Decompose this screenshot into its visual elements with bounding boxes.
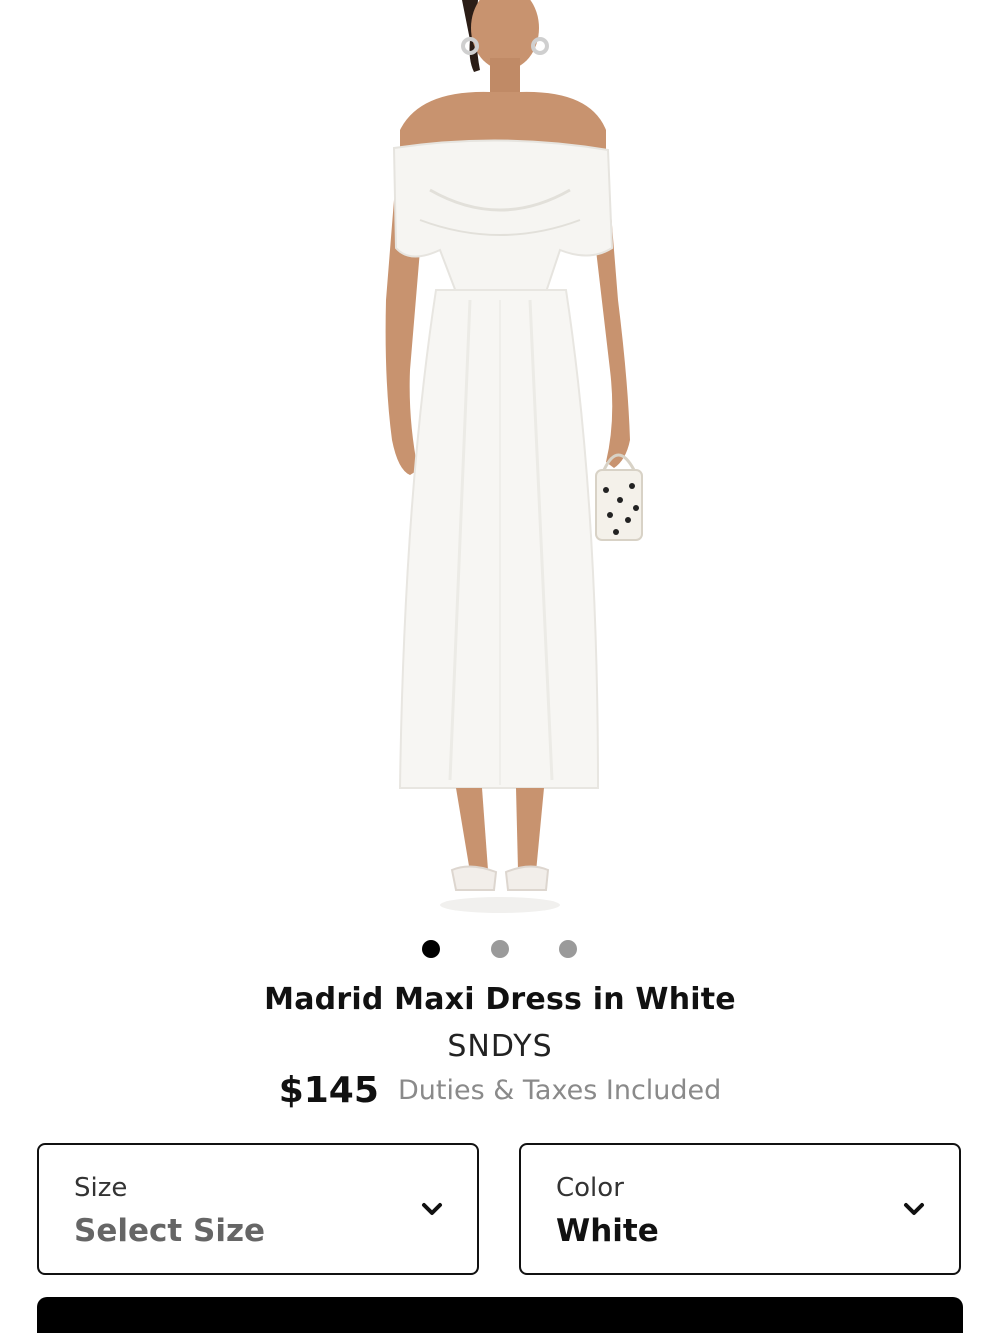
price-note: Duties & Taxes Included [398,1075,722,1106]
size-select[interactable]: Size Select Size [37,1143,479,1275]
size-label: Size [74,1173,128,1203]
price-row: $145 Duties & Taxes Included [0,1070,1000,1111]
carousel-dots [0,940,1000,958]
color-label: Color [556,1173,624,1203]
product-page: Madrid Maxi Dress in White SNDYS $145 Du… [0,0,1000,1333]
product-title: Madrid Maxi Dress in White [264,982,736,1017]
add-to-bag-button[interactable] [37,1297,963,1333]
product-image[interactable] [0,0,1000,925]
chevron-down-icon [422,1203,442,1215]
chevron-down-icon [904,1203,924,1215]
color-value: White [556,1213,659,1249]
size-value: Select Size [74,1213,266,1249]
color-select[interactable]: Color White [519,1143,961,1275]
carousel-dot-3[interactable] [559,940,577,958]
carousel-dot-2[interactable] [491,940,509,958]
product-price: $145 [278,1070,379,1111]
product-brand[interactable]: SNDYS [0,1029,1000,1064]
carousel-dot-1[interactable] [422,940,440,958]
